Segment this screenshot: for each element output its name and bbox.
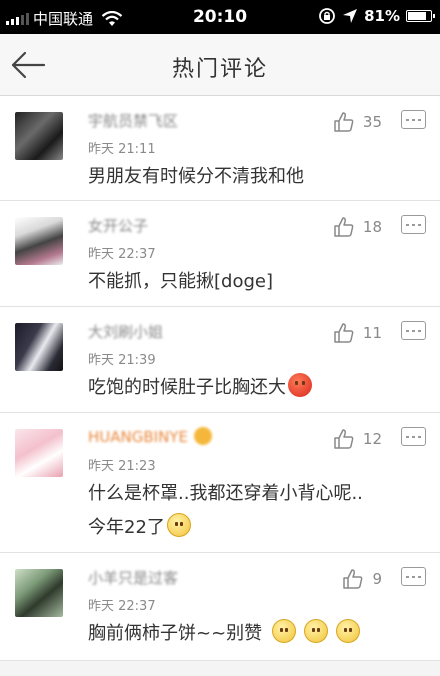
comment-text-body: 胸前俩柿子饼~~别赞 <box>88 623 263 644</box>
like-count: 35 <box>362 113 382 131</box>
battery-icon <box>406 10 435 22</box>
thumbs-up-icon <box>334 112 354 132</box>
comment-username[interactable]: 大刘刷小姐 <box>88 321 163 342</box>
list-item: 女开公子 昨天 22:37 不能抓，只能揪[doge] 18 <box>0 201 440 307</box>
like-count: 12 <box>362 430 382 448</box>
comment-username[interactable]: 宇航员禁飞区 <box>88 110 178 131</box>
avatar[interactable] <box>15 569 63 617</box>
more-button[interactable] <box>401 110 426 129</box>
like-button[interactable]: 9 <box>342 568 382 590</box>
comment-username[interactable]: HUANGBINYE <box>88 427 212 446</box>
like-button[interactable]: 12 <box>333 428 382 450</box>
comment-text: 吃饱的时候肚子比胸还大 <box>88 371 420 405</box>
like-button[interactable]: 18 <box>333 216 382 238</box>
username-text: HUANGBINYE <box>88 428 188 446</box>
list-item: 小羊只是过客 昨天 22:37 胸前俩柿子饼~~别赞 9 <box>0 553 440 661</box>
comment-username[interactable]: 女开公子 <box>88 215 148 236</box>
list-item: HUANGBINYE 昨天 21:23 什么是杯罩..我都还穿着小背心呢.. 今… <box>0 413 440 553</box>
thumbs-up-icon <box>334 429 354 449</box>
thumbs-up-icon <box>334 217 354 237</box>
status-right: 81% <box>318 7 435 25</box>
like-count: 11 <box>362 324 382 342</box>
comment-text-line-1: 什么是杯罩..我都还穿着小背心呢.. <box>88 483 363 504</box>
avatar[interactable] <box>15 429 63 477</box>
angry-face-icon <box>288 373 312 397</box>
shy-smile-icon <box>336 619 361 643</box>
thumbs-up-icon <box>334 323 354 343</box>
rotation-lock-icon <box>319 8 335 24</box>
comment-list: 宇航员禁飞区 昨天 21:11 男朋友有时候分不清我和他 35 女开公子 昨天 … <box>0 96 440 661</box>
avatar[interactable] <box>15 112 63 160</box>
comment-text: 男朋友有时候分不清我和他 <box>88 166 304 187</box>
list-item: 大刘刷小姐 昨天 21:39 吃饱的时候肚子比胸还大 11 <box>0 307 440 413</box>
location-icon <box>343 9 358 23</box>
like-button[interactable]: 35 <box>333 111 382 133</box>
shy-smile-icon <box>272 619 297 643</box>
list-item: 宇航员禁飞区 昨天 21:11 男朋友有时候分不清我和他 35 <box>0 96 440 201</box>
comment-text: 胸前俩柿子饼~~别赞 <box>88 617 420 651</box>
avatar[interactable] <box>15 323 63 371</box>
comment-text-line-2-body: 今年22了 <box>88 517 165 538</box>
comment-text: 不能抓，只能揪[doge] <box>88 271 273 292</box>
comment-text: 什么是杯罩..我都还穿着小背心呢.. 今年22了 <box>88 477 430 545</box>
like-button[interactable]: 11 <box>333 322 382 344</box>
thumbs-up-icon <box>343 569 363 589</box>
shy-smile-icon <box>166 513 191 537</box>
battery-percent: 81% <box>364 7 400 25</box>
shy-smile-icon <box>304 619 329 643</box>
vip-badge-icon <box>193 427 212 445</box>
comment-time: 昨天 21:23 <box>88 459 156 474</box>
comment-time: 昨天 21:11 <box>88 142 156 157</box>
page-title: 热门评论 <box>171 57 268 82</box>
like-count: 9 <box>372 570 382 588</box>
nav-bar: 热门评论 <box>0 34 440 96</box>
more-button[interactable] <box>401 427 426 446</box>
comment-text-line-2: 今年22了 <box>88 511 430 545</box>
comment-username[interactable]: 小羊只是过客 <box>88 567 178 588</box>
like-count: 18 <box>362 218 382 236</box>
comment-time: 昨天 21:39 <box>88 353 156 368</box>
status-bar: 中国联通 20:10 81% <box>0 0 440 34</box>
more-button[interactable] <box>401 215 426 234</box>
more-button[interactable] <box>401 321 426 340</box>
comment-time: 昨天 22:37 <box>88 599 156 614</box>
avatar[interactable] <box>15 217 63 265</box>
more-button[interactable] <box>401 567 426 586</box>
comment-text-body: 吃饱的时候肚子比胸还大 <box>88 377 286 398</box>
comment-time: 昨天 22:37 <box>88 247 156 262</box>
